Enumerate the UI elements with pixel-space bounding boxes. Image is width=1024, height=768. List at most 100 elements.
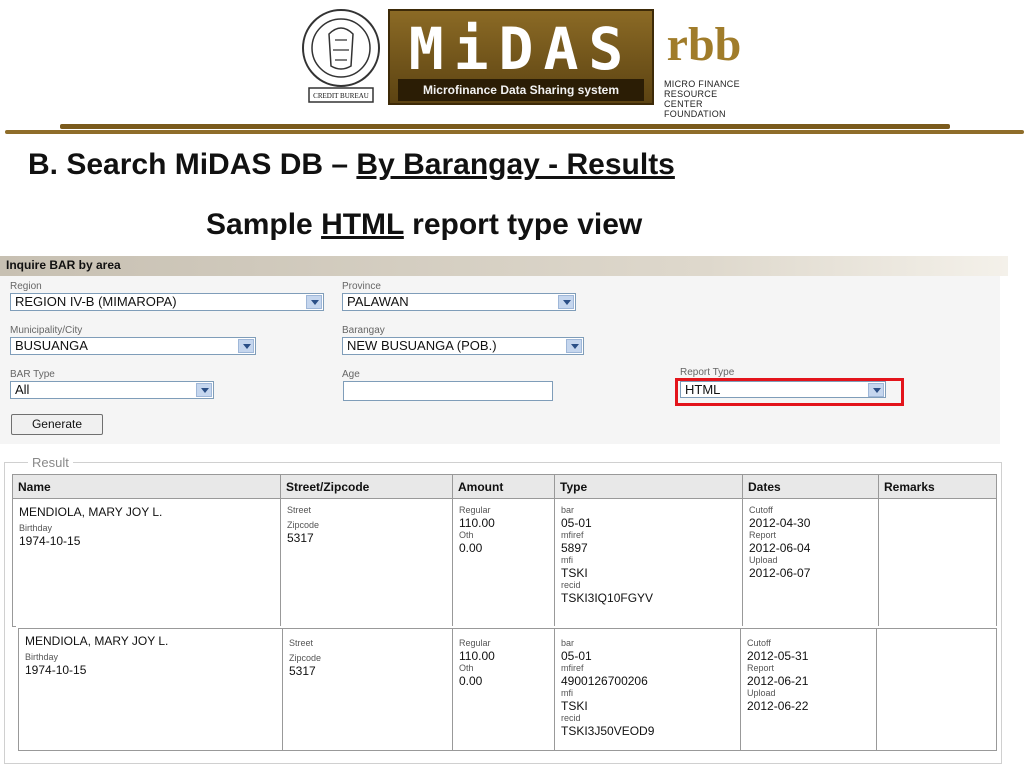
- province-value: PALAWAN: [347, 294, 409, 309]
- street-cell: Street Zipcode 5317: [282, 628, 453, 751]
- rbb-caption: MICRO FINANCE RESOURCE CENTER FOUNDATION: [664, 79, 748, 119]
- report-value: 2012-06-04: [749, 541, 811, 555]
- seal-caption: CREDIT BUREAU: [313, 92, 369, 100]
- province-select[interactable]: PALAWAN: [342, 293, 576, 311]
- result-table-zoomed-row: MENDIOLA, MARY JOY L. Birthday 1974-10-1…: [18, 628, 997, 751]
- oth-value: 0.00: [459, 541, 483, 555]
- recid-value: TSKI3J50VEOD9: [561, 724, 655, 738]
- name-cell: MENDIOLA, MARY JOY L. Birthday 1974-10-1…: [18, 628, 283, 751]
- dates-cell: Cutoff 2012-05-31 Report 2012-06-21 Uplo…: [740, 628, 877, 751]
- rbb-caption-line: FOUNDATION: [664, 109, 726, 119]
- regular-label: Regular: [459, 505, 491, 515]
- report-type-highlight: [675, 378, 904, 406]
- birthday-label: Birthday: [25, 652, 59, 662]
- report-type-label: Report Type: [680, 367, 735, 378]
- page-title: B. Search MiDAS DB – By Barangay - Resul…: [28, 148, 675, 182]
- street-label: Street: [287, 505, 312, 515]
- recid-label: recid: [561, 580, 581, 590]
- cutoff-value: 2012-05-31: [747, 649, 809, 663]
- regular-value: 110.00: [459, 649, 495, 663]
- subtitle-before: Sample: [206, 208, 322, 241]
- barangay-value: NEW BUSUANGA (POB.): [347, 338, 497, 353]
- column-header-type: Type: [554, 474, 743, 499]
- upload-value: 2012-06-22: [747, 699, 809, 713]
- birthday-value: 1974-10-15: [19, 534, 81, 548]
- barangay-select[interactable]: NEW BUSUANGA (POB.): [342, 337, 584, 355]
- chevron-down-icon[interactable]: [196, 383, 212, 397]
- table-row: MENDIOLA, MARY JOY L. Birthday 1974-10-1…: [12, 498, 997, 627]
- borrower-name: MENDIOLA, MARY JOY L.: [25, 634, 169, 648]
- amount-cell: Regular 110.00 Oth 0.00: [452, 498, 555, 627]
- logo-header: CREDIT BUREAU MiDAS Microfinance Data Sh…: [0, 0, 1024, 134]
- mfi-value: TSKI: [561, 699, 588, 713]
- upload-value: 2012-06-07: [749, 566, 811, 580]
- mfiref-value: 5897: [561, 541, 588, 555]
- form-header: Inquire BAR by area: [0, 256, 1008, 276]
- cutoff-label: Cutoff: [747, 638, 771, 648]
- generate-button[interactable]: Generate: [11, 414, 103, 435]
- page-title-prefix: B. Search MiDAS DB –: [28, 148, 357, 181]
- birthday-label: Birthday: [19, 523, 53, 533]
- recid-label: recid: [561, 713, 581, 723]
- cutoff-value: 2012-04-30: [749, 516, 811, 530]
- result-table: Name Street/Zipcode Amount Type Dates Re…: [12, 474, 997, 627]
- zipcode-label: Zipcode: [287, 520, 320, 530]
- municipality-select[interactable]: BUSUANGA: [10, 337, 256, 355]
- bar-value: 05-01: [561, 516, 592, 530]
- chevron-down-icon[interactable]: [238, 339, 254, 353]
- region-label: Region: [10, 281, 42, 292]
- chevron-down-icon[interactable]: [558, 295, 574, 309]
- cutoff-label: Cutoff: [749, 505, 773, 515]
- page-subtitle: Sample HTML report type view: [206, 208, 642, 242]
- region-select[interactable]: REGION IV-B (MIMAROPA): [10, 293, 324, 311]
- dates-cell: Cutoff 2012-04-30 Report 2012-06-04 Uplo…: [742, 498, 879, 627]
- header-divider-bottom: [5, 130, 1024, 134]
- age-label: Age: [342, 369, 360, 380]
- bar-type-select[interactable]: All: [10, 381, 214, 399]
- bar-type-label: BAR Type: [10, 369, 55, 380]
- zipcode-value: 5317: [289, 664, 316, 678]
- regular-value: 110.00: [459, 516, 495, 530]
- street-cell: Street Zipcode 5317: [280, 498, 453, 627]
- borrower-name: MENDIOLA, MARY JOY L.: [19, 505, 163, 519]
- table-row: MENDIOLA, MARY JOY L. Birthday 1974-10-1…: [18, 628, 997, 751]
- upload-label: Upload: [747, 688, 776, 698]
- mfi-label: mfi: [561, 688, 573, 698]
- age-input[interactable]: [343, 381, 553, 401]
- bar-label: bar: [561, 505, 575, 515]
- mfiref-label: mfiref: [561, 530, 584, 540]
- rbb-caption-line: RESOURCE CENTER: [664, 89, 718, 109]
- region-value: REGION IV-B (MIMAROPA): [15, 294, 177, 309]
- result-legend: Result: [28, 455, 73, 470]
- chevron-down-icon[interactable]: [306, 295, 322, 309]
- remarks-cell: [878, 498, 997, 627]
- rbb-logo-text: rbb: [667, 18, 742, 71]
- province-label: Province: [342, 281, 381, 292]
- remarks-cell: [876, 628, 997, 751]
- regular-label: Regular: [459, 638, 491, 648]
- column-header-street: Street/Zipcode: [280, 474, 453, 499]
- municipality-label: Municipality/City: [10, 325, 83, 336]
- street-label: Street: [289, 638, 314, 648]
- bankers-association-seal: CREDIT BUREAU: [302, 9, 380, 103]
- mfi-label: mfi: [561, 555, 573, 565]
- zipcode-value: 5317: [287, 531, 314, 545]
- subtitle-underlined: HTML: [321, 208, 404, 241]
- rbb-caption-line: MICRO FINANCE: [664, 79, 740, 89]
- type-cell: bar 05-01 mfiref 4900126700206 mfi TSKI …: [554, 628, 741, 751]
- municipality-value: BUSUANGA: [15, 338, 88, 353]
- oth-label: Oth: [459, 663, 474, 673]
- recid-value: TSKI3IQ10FGYV: [561, 591, 654, 605]
- chevron-down-icon[interactable]: [566, 339, 582, 353]
- zipcode-label: Zipcode: [289, 653, 322, 663]
- midas-tagline: Microfinance Data Sharing system: [398, 79, 644, 101]
- result-table-header: Name Street/Zipcode Amount Type Dates Re…: [12, 474, 997, 499]
- subtitle-after: report type view: [403, 208, 643, 241]
- amount-cell: Regular 110.00 Oth 0.00: [452, 628, 555, 751]
- mfiref-label: mfiref: [561, 663, 584, 673]
- header-divider-top: [60, 124, 950, 129]
- rbb-logo: rbb: [664, 4, 744, 78]
- midas-logo-text: MiDAS: [408, 15, 634, 83]
- bar-label: bar: [561, 638, 575, 648]
- name-cell: MENDIOLA, MARY JOY L. Birthday 1974-10-1…: [12, 498, 281, 627]
